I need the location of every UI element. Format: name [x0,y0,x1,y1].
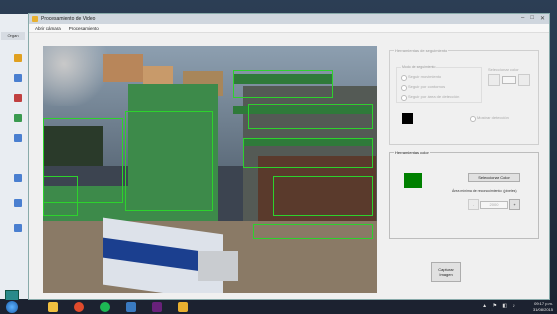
tracking-tools-title: Herramientas de seguimiento [394,48,449,53]
increment-button[interactable]: + [509,199,520,210]
radio-movimiento[interactable] [401,75,407,81]
radio-contornos[interactable] [401,85,407,91]
color-field[interactable] [502,76,516,84]
detection-box [273,176,373,216]
tool-icon[interactable] [14,94,22,102]
selected-color-swatch [404,173,422,188]
color-button-label: Seleccionar color [488,67,519,72]
detection-box [125,111,213,211]
menu-bar: Abrir cámara Procesamiento [29,24,549,33]
select-color-button[interactable]: Seleccionar Color [468,173,520,182]
settings-icon[interactable] [14,114,22,122]
system-tray[interactable]: ▲ ⚑ ◧ ♪ [482,303,517,309]
title-bar: Procesamiento de Video – □ ✕ [29,14,549,24]
next-button[interactable] [518,74,530,86]
minimize-button[interactable]: – [521,15,524,22]
color-tools-group: Herramientas color Seleccionar Color Áre… [389,150,539,239]
debug-icon[interactable] [14,199,22,207]
host-app-tab[interactable]: Organ [1,32,25,40]
run-icon[interactable] [14,174,22,182]
app-window: Procesamiento de Video – □ ✕ Abrir cámar… [28,13,550,300]
clock-date: 31/08/2015 [532,307,553,312]
detection-box [248,104,373,129]
detection-box [253,224,373,239]
close-button[interactable]: ✕ [540,15,545,22]
host-app-sidebar: Organ [0,14,29,304]
app-icon [32,16,38,22]
taskbar: ▲ ⚑ ◧ ♪ 09:17 p.m. 31/08/2015 [0,300,557,314]
detection-box [233,70,333,98]
spotify-icon[interactable] [100,302,110,312]
window-title: Procesamiento de Video [41,16,96,22]
video-feed [43,46,377,293]
start-button[interactable] [6,301,18,313]
color-tools-title: Herramientas color [394,150,430,155]
capture-image-button[interactable]: Capturar Imagen [431,262,461,282]
menu-abrir-camara[interactable]: Abrir cámara [35,24,61,32]
video-app-taskbar-icon[interactable] [178,302,188,312]
tracking-mode-group: Modo de seguimiento Seguir movimiento Se… [396,65,482,103]
tracking-mode-title: Modo de seguimiento [401,65,437,69]
capture-label-line2: Imagen [439,272,453,277]
option-movimiento-label: Seguir movimiento [408,74,442,79]
chrome-icon[interactable] [74,302,84,312]
min-area-label: Área mínima de reconocimiento: (pixeles) [452,189,517,193]
clock[interactable]: 09:17 p.m. 31/08/2015 [533,301,553,313]
file-explorer-icon[interactable] [48,302,58,312]
maximize-button[interactable]: □ [530,15,534,22]
app-icon-1[interactable] [126,302,136,312]
tracking-tools-group: Herramientas de seguimiento Modo de segu… [389,48,539,145]
min-area-field[interactable]: 2000 [480,201,508,209]
prev-button[interactable] [488,74,500,86]
detection-box [43,176,78,216]
radio-area[interactable] [401,95,407,101]
decrement-button[interactable]: - [468,199,479,210]
build-icon[interactable] [14,224,22,232]
file-icon[interactable] [14,134,22,142]
visual-studio-icon[interactable] [152,302,162,312]
detection-box [243,138,373,168]
tracking-color-swatch [402,113,413,124]
option-area-label: Seguir por área de detección [408,94,460,99]
show-detection-label: Mostrar detección [477,115,509,120]
folder-icon[interactable] [14,54,22,62]
show-detection-checkbox[interactable] [470,116,476,122]
menu-procesamiento[interactable]: Procesamiento [69,24,99,32]
document-icon[interactable] [14,74,22,82]
option-contornos-label: Seguir por contornos [408,84,446,89]
